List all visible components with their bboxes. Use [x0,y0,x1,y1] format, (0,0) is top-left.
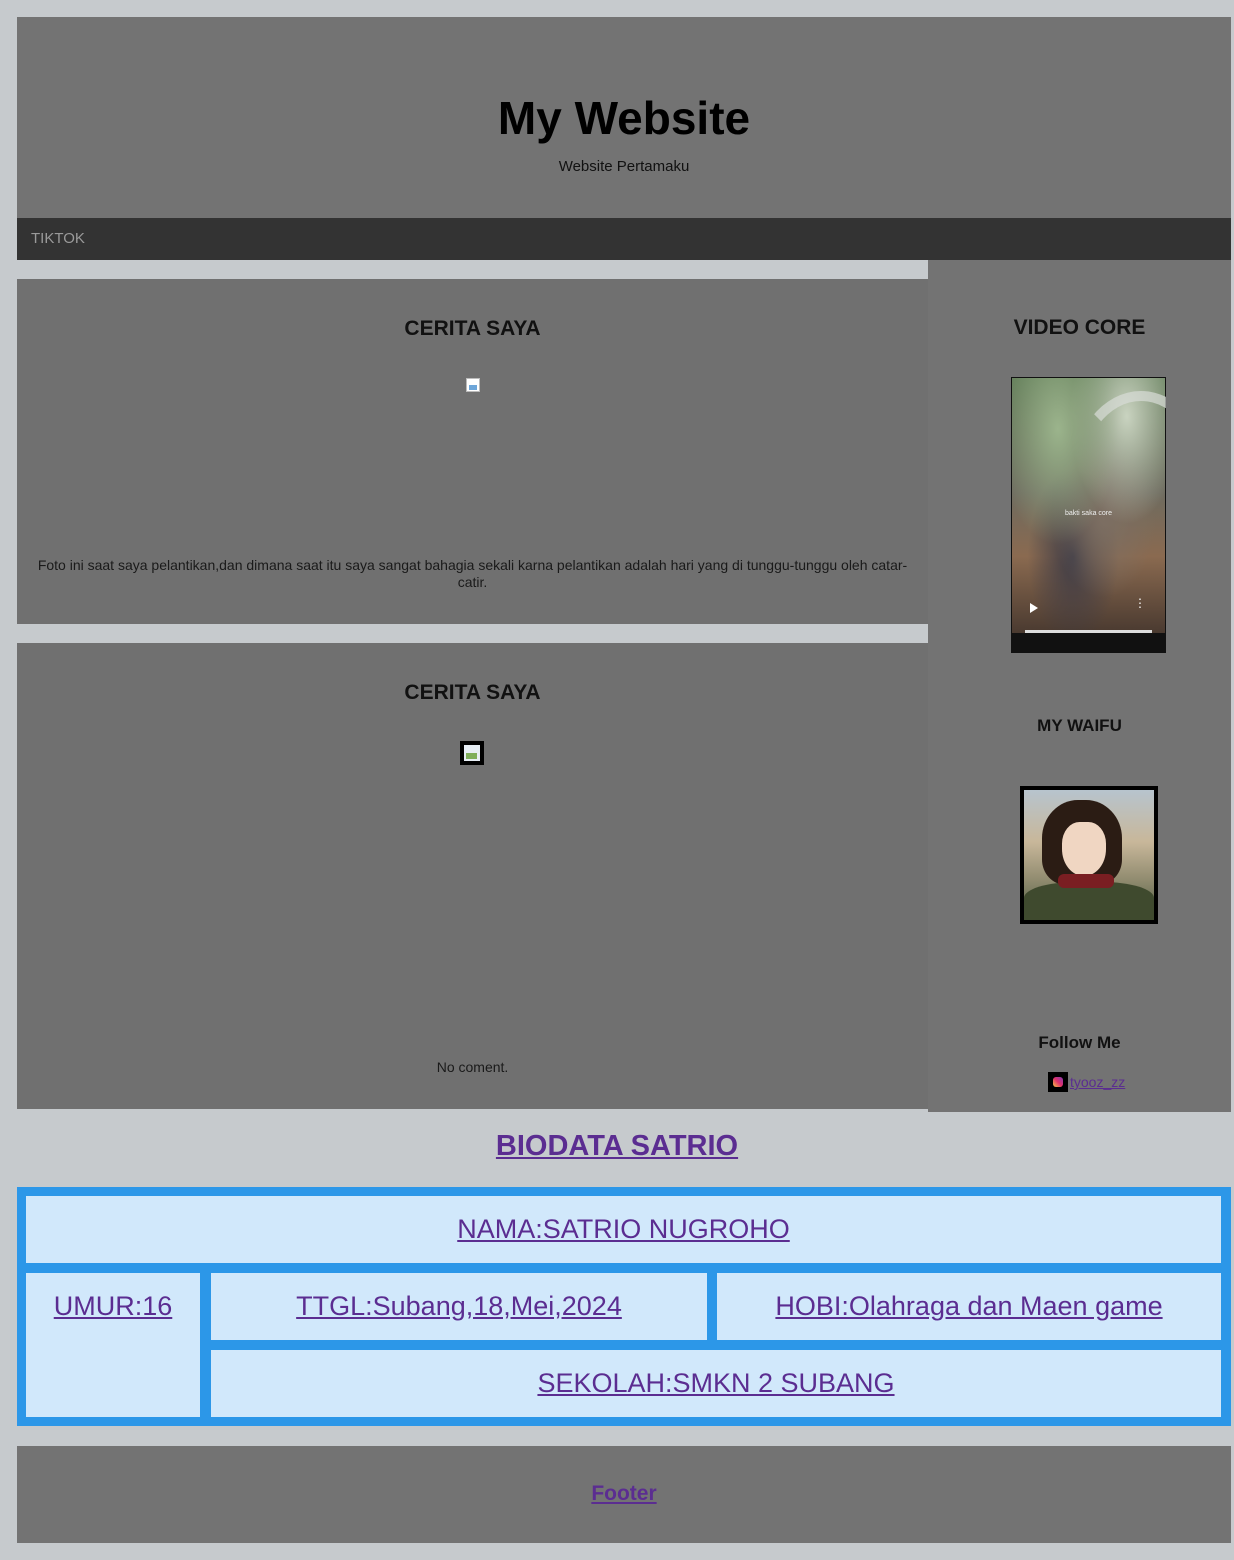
bio-cell-ttgl: TTGL:Subang,18,Mei,2024 [211,1273,707,1340]
video-player[interactable]: bakti saka core ⋮ [1011,377,1166,653]
story-card-title: CERITA SAYA [404,317,541,340]
instagram-link[interactable]: tyooz_zz [1070,1074,1125,1090]
follow-section-title: Follow Me [1038,1033,1121,1052]
waifu-image [1020,786,1158,924]
waifu-section-title: MY WAIFU [1037,716,1122,735]
more-options-icon[interactable]: ⋮ [1134,597,1146,609]
bio-link-ttgl[interactable]: TTGL:Subang,18,Mei,2024 [296,1291,622,1321]
footer-link[interactable]: Footer [17,1482,1231,1506]
video-progress-bar[interactable] [1025,630,1152,633]
bio-cell-umur: UMUR:16 [26,1273,200,1417]
site-header: My Website Website Pertamaku [17,17,1231,218]
site-footer: Footer [17,1446,1231,1543]
story-caption: Foto ini saat saya pelantikan,dan dimana… [37,557,908,590]
bio-link-hobi[interactable]: HOBI:Olahraga dan Maen game [775,1291,1162,1321]
video-section-title: VIDEO CORE [1013,316,1146,339]
biodata-table: NAMA:SATRIO NUGROHO UMUR:16 TTGL:Subang,… [17,1187,1231,1426]
story-caption: No coment. [436,1059,509,1075]
top-navbar: TIKTOK [17,218,1231,260]
bio-link-umur[interactable]: UMUR:16 [54,1291,173,1321]
biodata-heading: BIODATA SATRIO [0,1130,1234,1163]
site-subtitle: Website Pertamaku [558,158,690,175]
instagram-follow: tyooz_zz [1048,1072,1125,1092]
bio-cell-nama: NAMA:SATRIO NUGROHO [26,1196,1221,1263]
story-card-1: CERITA SAYA Foto ini saat saya pelantika… [17,279,928,624]
bio-link-sekolah[interactable]: SEKOLAH:SMKN 2 SUBANG [537,1368,894,1398]
sidebar: VIDEO CORE bakti saka core ⋮ MY WAIFU Fo… [928,260,1231,1112]
nav-link-tiktok[interactable]: TIKTOK [31,230,85,247]
story-card-title: CERITA SAYA [404,681,541,704]
bio-link-nama[interactable]: NAMA:SATRIO NUGROHO [457,1214,790,1244]
story-card-2: CERITA SAYA No coment. [17,643,928,1109]
broken-image-icon [466,378,480,392]
biodata-title-link[interactable]: BIODATA SATRIO [496,1130,738,1162]
instagram-icon[interactable] [1048,1072,1068,1092]
video-overlay-text: bakti saka core [1064,510,1113,517]
bio-cell-hobi: HOBI:Olahraga dan Maen game [717,1273,1221,1340]
play-icon[interactable] [1030,603,1038,613]
site-title: My Website [497,92,751,144]
broken-image-icon [460,741,484,765]
bio-cell-sekolah: SEKOLAH:SMKN 2 SUBANG [211,1350,1221,1417]
